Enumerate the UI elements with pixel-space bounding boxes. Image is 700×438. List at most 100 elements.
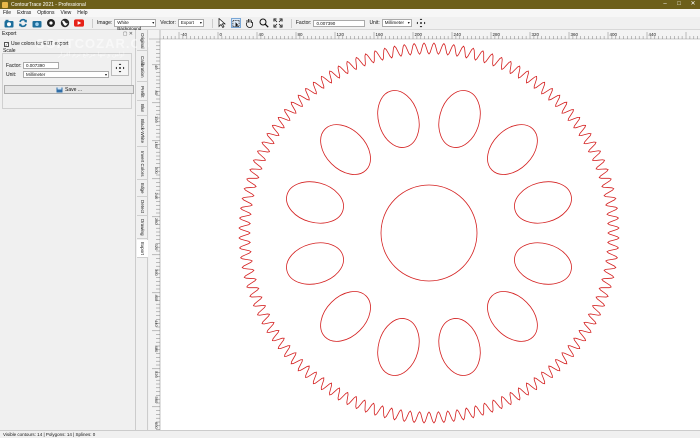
- side-tab-label: Blur: [140, 104, 145, 113]
- side-tab-calibration[interactable]: Calibration: [137, 52, 148, 82]
- left-ruler-label: 520: [154, 371, 159, 378]
- top-ruler-label: 200: [415, 32, 423, 37]
- pointer-icon[interactable]: [217, 18, 227, 28]
- panel-unit-label: Unit:: [6, 71, 17, 78]
- oval-hole: [286, 181, 344, 224]
- oval-hole: [438, 90, 481, 148]
- chevron-down-icon: ▾: [152, 20, 155, 25]
- side-tab-black-white[interactable]: Black-White: [137, 117, 148, 147]
- oval-hole: [487, 124, 538, 175]
- settings-gear-icon[interactable]: [46, 18, 56, 28]
- left-ruler-label: 320: [154, 244, 159, 251]
- oval-hole: [377, 90, 420, 148]
- side-tab-label: Export: [140, 241, 145, 255]
- status-text: Visible contours: 14 | Polygons: 14 | Sp…: [3, 432, 96, 437]
- side-tab-edge[interactable]: Edge: [137, 181, 148, 197]
- menu-file[interactable]: File: [3, 10, 11, 16]
- menu-extras[interactable]: Extras: [17, 10, 31, 16]
- side-tab-label: Detect: [140, 199, 145, 213]
- youtube-icon[interactable]: [74, 18, 84, 28]
- canvas-area[interactable]: -40 0 40 80 120 160 200 240 280 320 360 400 440 40 80 1…: [149, 30, 700, 430]
- side-tab-label: Black-White: [140, 119, 145, 144]
- top-ruler-label: 240: [454, 32, 462, 37]
- globe-icon[interactable]: [60, 18, 70, 28]
- save-button[interactable]: Save ...: [4, 85, 134, 94]
- menu-bar: File Extras Options View Help: [0, 9, 700, 17]
- side-tab-label: Calibration: [140, 55, 145, 78]
- menu-help[interactable]: Help: [77, 10, 87, 16]
- side-tab-detect[interactable]: Detect: [137, 198, 148, 216]
- top-ruler-label: 160: [376, 32, 384, 37]
- rect-select-icon[interactable]: [230, 18, 241, 28]
- app-icon: [2, 1, 8, 8]
- left-ruler-label: 600: [154, 422, 159, 429]
- export-panel: Export ▢ ✕ ✓ Use colors for EDT export S…: [0, 30, 136, 430]
- factor-input[interactable]: 0.007390: [313, 19, 366, 27]
- left-ruler-label: 480: [154, 346, 159, 353]
- left-ruler-label: 80: [154, 91, 159, 96]
- side-tab-label: Prefilt: [140, 85, 145, 98]
- menu-options[interactable]: Options: [37, 10, 54, 16]
- unit-row: Unit: Millimeter ▾: [6, 71, 109, 78]
- chevron-down-icon: ▾: [199, 20, 202, 25]
- side-tab-prefilt[interactable]: Prefilt: [137, 83, 148, 101]
- move-anchor-icon[interactable]: [416, 18, 426, 28]
- side-tab-label: Invert Colors: [140, 150, 145, 177]
- gear-outline: [238, 42, 620, 424]
- top-ruler-label: 400: [610, 32, 618, 37]
- unit-select[interactable]: Millimeter ▾: [381, 19, 412, 27]
- top-ruler-label: 120: [337, 32, 345, 37]
- move-anchor-button[interactable]: [111, 60, 129, 76]
- left-ruler-label: 160: [154, 142, 159, 149]
- left-ruler-label: 360: [154, 269, 159, 276]
- side-tabs: Original Calibration Prefilt Blur Black-Whit…: [137, 30, 148, 430]
- panel-unit-value: Millimeter: [26, 72, 46, 77]
- side-tab-export[interactable]: Export: [137, 240, 148, 258]
- top-ruler-label: 40: [259, 32, 265, 37]
- panel-controls[interactable]: ▢ ✕: [123, 31, 133, 37]
- top-ruler-label: 440: [649, 32, 657, 37]
- panel-title: Export: [2, 31, 17, 37]
- factor-label: Factor:: [295, 20, 312, 26]
- oval-hole: [438, 318, 481, 376]
- side-tab-blur[interactable]: Blur: [137, 102, 148, 116]
- image-select[interactable]: White Background ▾: [114, 19, 157, 31]
- panel-factor-input[interactable]: 0.007390: [23, 62, 59, 69]
- camera-icon[interactable]: [32, 18, 42, 28]
- drawing-canvas[interactable]: -40 0 40 80 120 160 200 240 280 320 360 400 44040801…: [149, 30, 700, 430]
- center-hole: [380, 184, 478, 282]
- minimize-button[interactable]: –: [658, 0, 672, 9]
- toolbar: Image: White Background ▾ Vector: Export ▾…: [0, 17, 700, 31]
- vector-label: Vector:: [160, 20, 176, 26]
- open-image-icon[interactable]: [4, 18, 14, 28]
- zoom-icon[interactable]: [259, 18, 269, 28]
- top-ruler-label: 320: [532, 32, 540, 37]
- unit-label: Unit:: [369, 20, 380, 26]
- use-colors-checkbox[interactable]: ✓ Use colors for EDT export: [4, 41, 68, 47]
- left-ruler-label: 400: [154, 295, 159, 302]
- fit-screen-icon[interactable]: [273, 18, 283, 28]
- toolbar-separator: [211, 18, 213, 28]
- hand-pan-icon[interactable]: [245, 18, 255, 28]
- vector-select[interactable]: Export ▾: [177, 19, 204, 27]
- side-tab-invert-colors[interactable]: Invert Colors: [137, 148, 148, 180]
- menu-view[interactable]: View: [60, 10, 71, 16]
- panel-unit-select[interactable]: Millimeter ▾: [23, 71, 109, 78]
- checkbox-label: Use colors for EDT export: [11, 41, 69, 47]
- left-ruler-label: 120: [154, 116, 159, 123]
- maximize-button[interactable]: □: [672, 0, 686, 9]
- image-label: Image:: [97, 20, 113, 26]
- left-ruler-label: 280: [154, 218, 159, 225]
- title-bar: ContourTrace 2021 - Professional – □ ✕: [0, 0, 700, 9]
- side-tab-original[interactable]: Original: [137, 31, 148, 51]
- top-ruler-label: -40: [181, 32, 188, 37]
- app-window: ContourTrace 2021 - Professional – □ ✕ F…: [0, 0, 700, 438]
- panel-factor-label: Factor:: [6, 62, 22, 69]
- refresh-icon[interactable]: [18, 18, 28, 28]
- left-ruler-label: 560: [154, 397, 159, 404]
- side-tab-drawing[interactable]: Drawing: [137, 217, 148, 239]
- close-button[interactable]: ✕: [686, 0, 700, 9]
- top-ruler-label: 360: [571, 32, 579, 37]
- checkmark-icon: ✓: [4, 41, 9, 47]
- toolbar-separator: [290, 18, 292, 28]
